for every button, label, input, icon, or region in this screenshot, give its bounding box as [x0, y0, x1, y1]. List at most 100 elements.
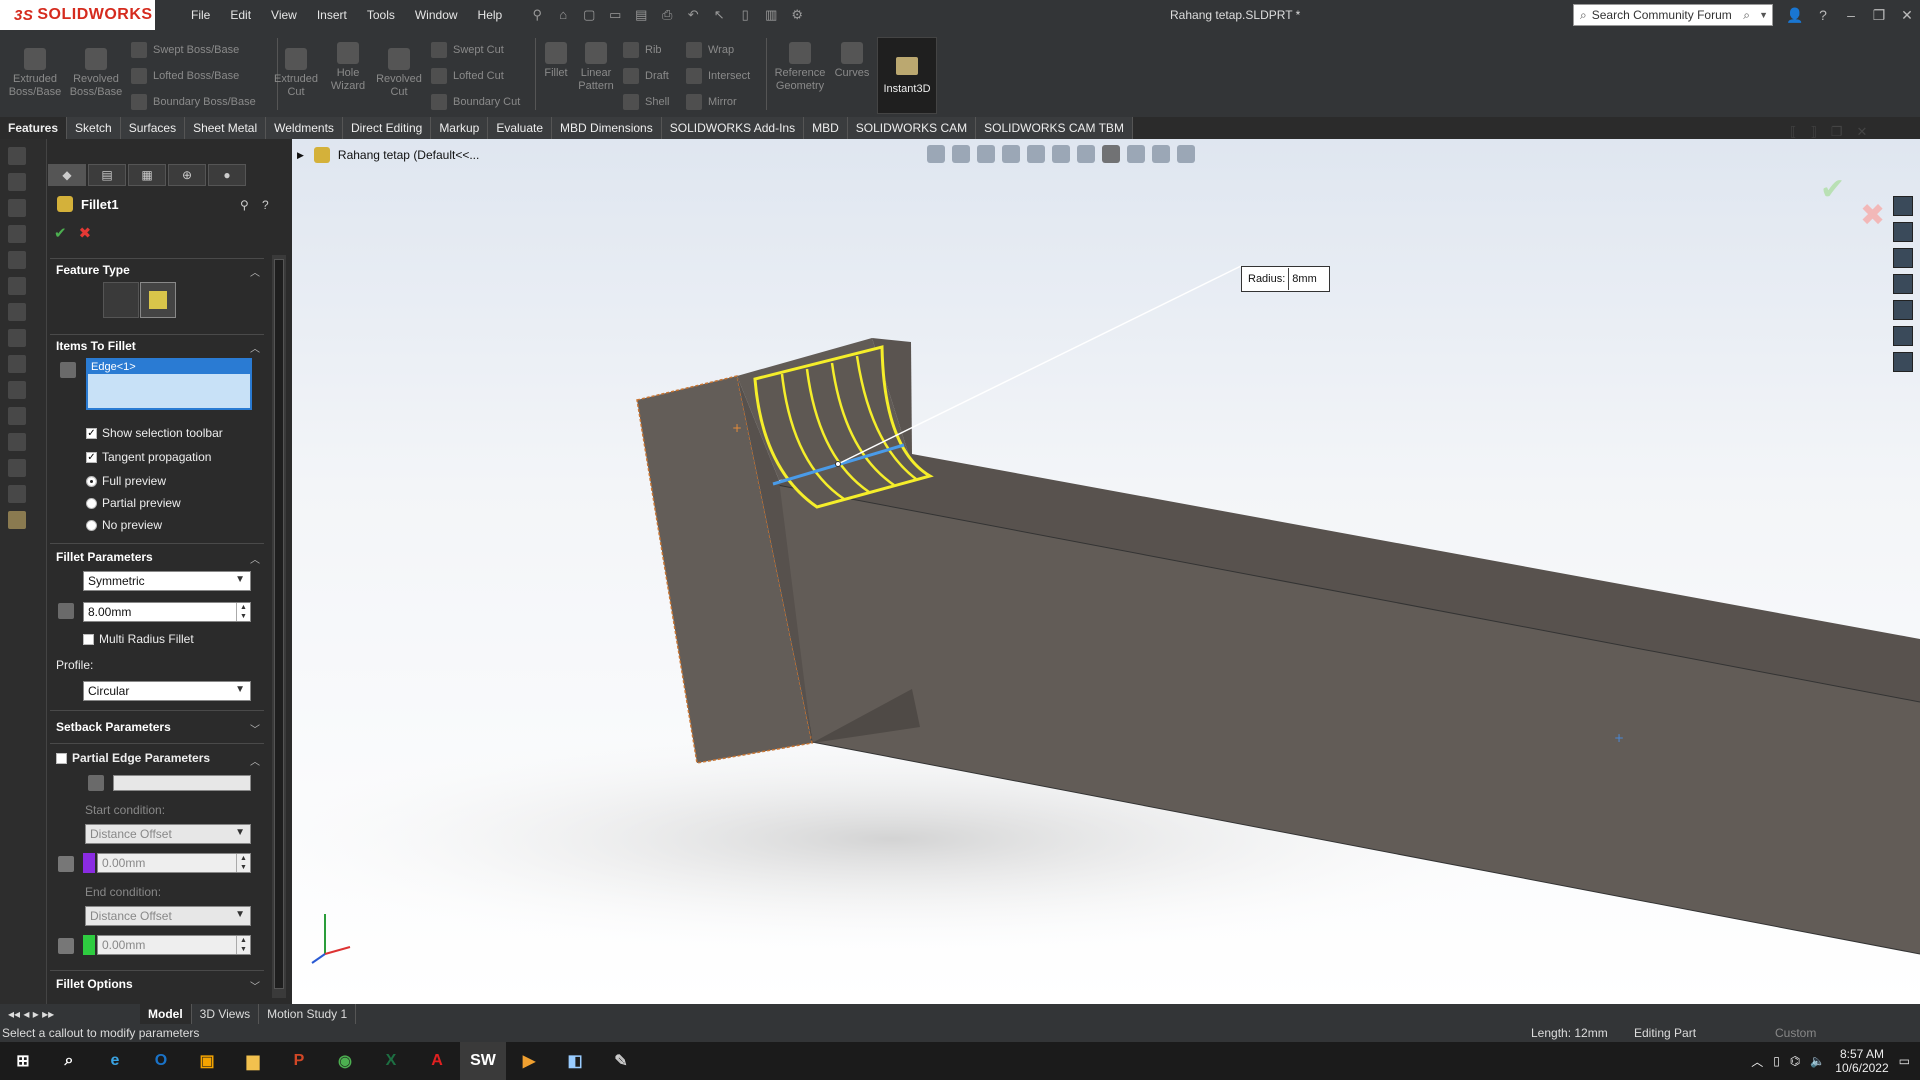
open-icon[interactable]: ▭: [604, 4, 626, 26]
property-manager-scrollbar[interactable]: [272, 255, 286, 998]
chevron-up-icon[interactable]: ︿: [250, 551, 260, 566]
viewport-restore-icon[interactable]: ❐: [1831, 124, 1843, 140]
app-icon[interactable]: ◧: [552, 1042, 598, 1080]
video-app-icon[interactable]: ▶: [506, 1042, 552, 1080]
ok-button[interactable]: ✔: [54, 224, 67, 242]
zoom-to-fit-icon[interactable]: [927, 145, 945, 163]
partial-preview-radio[interactable]: Partial preview: [86, 496, 181, 510]
end-condition-select[interactable]: Distance Offset ▼: [85, 906, 251, 926]
search-icon[interactable]: ⌕: [46, 1042, 92, 1080]
instant3d-button[interactable]: Instant3D: [877, 37, 937, 114]
edge-selection-list[interactable]: Edge<1>: [86, 358, 252, 410]
zoom-area-icon[interactable]: [952, 145, 970, 163]
setback-parameters-header[interactable]: Setback Parameters: [56, 720, 171, 734]
radius-callout[interactable]: Radius: 8mm: [1241, 266, 1330, 292]
tab-motion-study[interactable]: Motion Study 1: [259, 1004, 357, 1024]
help-icon[interactable]: ?: [1813, 7, 1833, 23]
tab-surfaces[interactable]: Surfaces: [120, 117, 186, 139]
linear-pattern-button[interactable]: Linear Pattern: [574, 42, 618, 93]
display-style-icon[interactable]: [1077, 145, 1095, 163]
new-document-icon[interactable]: ▢: [578, 4, 600, 26]
paint-app-icon[interactable]: ✎: [598, 1042, 644, 1080]
no-preview-radio[interactable]: No preview: [86, 518, 162, 532]
cancel-button[interactable]: ✖: [79, 224, 92, 242]
fillet-parameters-header[interactable]: Fillet Parameters: [56, 550, 153, 564]
detailed-preview-icon[interactable]: ⚲: [240, 198, 249, 212]
user-icon[interactable]: 👤: [1785, 7, 1805, 24]
chevron-down-icon[interactable]: ▼: [1759, 10, 1768, 20]
confirmation-corner-cancel-icon[interactable]: ✖: [1860, 198, 1885, 233]
menu-edit[interactable]: Edit: [220, 8, 261, 22]
sketch-icon[interactable]: [8, 459, 26, 477]
scroll-thumb[interactable]: [274, 259, 284, 989]
profile-select[interactable]: Circular ▼: [83, 681, 251, 701]
swept-cut-button[interactable]: Swept Cut: [431, 42, 504, 58]
radius-input[interactable]: 8.00mm ▲ ▼: [83, 602, 251, 622]
tab-addins[interactable]: SOLIDWORKS Add-Ins: [661, 117, 805, 139]
minimize-icon[interactable]: –: [1841, 7, 1861, 23]
feature-tree-flyout[interactable]: ▶ Rahang tetap (Default<<...: [297, 147, 479, 163]
shell-button[interactable]: Shell: [623, 94, 669, 110]
restore-icon[interactable]: ❐: [1869, 7, 1889, 24]
tab-cam[interactable]: SOLIDWORKS CAM: [847, 117, 977, 139]
reference-icon[interactable]: [8, 407, 26, 425]
design-library-icon[interactable]: [1893, 222, 1913, 242]
revolved-boss-button[interactable]: Revolved Boss/Base: [68, 48, 124, 99]
chevron-up-icon[interactable]: ︿: [1751, 1053, 1763, 1070]
radius-callout-value[interactable]: 8mm: [1288, 268, 1326, 290]
clock[interactable]: 8:57 AM 10/6/2022: [1835, 1047, 1888, 1075]
revolve-icon[interactable]: [8, 173, 26, 191]
notification-icon[interactable]: ▭: [1899, 1054, 1910, 1068]
extrude-icon[interactable]: [8, 147, 26, 165]
edge-browser-icon[interactable]: e: [92, 1042, 138, 1080]
tab-3d-views[interactable]: 3D Views: [192, 1004, 260, 1024]
radius-spinner[interactable]: ▲ ▼: [236, 603, 250, 621]
start-icon[interactable]: ⊞: [0, 1042, 46, 1080]
mirror-button[interactable]: Mirror: [686, 94, 737, 110]
feature-manager-tab[interactable]: ◆: [48, 164, 86, 186]
file-explorer-icon[interactable]: [1893, 248, 1913, 268]
edit-appearance-icon[interactable]: [1127, 145, 1145, 163]
undo-icon[interactable]: ↶: [682, 4, 704, 26]
tab-mbd[interactable]: MBD: [804, 117, 848, 139]
section-view-icon[interactable]: [1002, 145, 1020, 163]
model-view[interactable]: + +: [292, 139, 1920, 1004]
apply-scene-icon[interactable]: [1152, 145, 1170, 163]
print-icon[interactable]: ⎙: [656, 4, 678, 26]
cut-icon[interactable]: [8, 251, 26, 269]
manual-fillet-button[interactable]: [103, 282, 139, 318]
menu-help[interactable]: Help: [468, 8, 513, 22]
draft-button[interactable]: Draft: [623, 68, 669, 84]
powerpoint-icon[interactable]: P: [276, 1042, 322, 1080]
battery-icon[interactable]: ▯: [1773, 1054, 1780, 1068]
rib-icon[interactable]: [8, 329, 26, 347]
instant3d-icon[interactable]: [8, 511, 26, 529]
rebuild-icon[interactable]: ▯: [734, 4, 756, 26]
file-properties-icon[interactable]: ▥: [760, 4, 782, 26]
chrome-icon[interactable]: ◉: [322, 1042, 368, 1080]
boundary-cut-button[interactable]: Boundary Cut: [431, 94, 520, 110]
revolved-cut-button[interactable]: Revolved Cut: [374, 48, 424, 99]
fillet-method-select[interactable]: Symmetric ▼: [83, 571, 251, 591]
start-offset-input[interactable]: 0.00mm ▲ ▼: [97, 853, 251, 873]
tab-evaluate[interactable]: Evaluate: [488, 117, 553, 139]
close-icon[interactable]: ✕: [1897, 7, 1917, 24]
volume-icon[interactable]: 🔈: [1810, 1054, 1825, 1068]
graphics-area[interactable]: + +: [292, 139, 1920, 1004]
chevron-down-icon[interactable]: ﹀: [250, 978, 260, 993]
network-icon[interactable]: ⌬: [1790, 1054, 1800, 1068]
chevron-right-icon[interactable]: ▶: [297, 150, 304, 161]
view-settings-icon[interactable]: [1177, 145, 1195, 163]
chevron-up-icon[interactable]: ︿: [250, 264, 260, 279]
acrobat-icon[interactable]: A: [414, 1042, 460, 1080]
partial-edge-selection[interactable]: [113, 775, 251, 791]
menu-file[interactable]: File: [181, 8, 220, 22]
extruded-boss-button[interactable]: Extruded Boss/Base: [8, 48, 62, 99]
multi-radius-checkbox[interactable]: Multi Radius Fillet: [83, 632, 194, 646]
lofted-cut-button[interactable]: Lofted Cut: [431, 68, 504, 84]
help-icon[interactable]: ?: [262, 198, 269, 212]
home-icon[interactable]: ⌂: [552, 4, 574, 26]
display-manager-tab[interactable]: ●: [208, 164, 246, 186]
viewport-expand-icon[interactable]: ⟧: [1810, 124, 1816, 140]
pin-icon[interactable]: ⚲: [526, 4, 548, 26]
